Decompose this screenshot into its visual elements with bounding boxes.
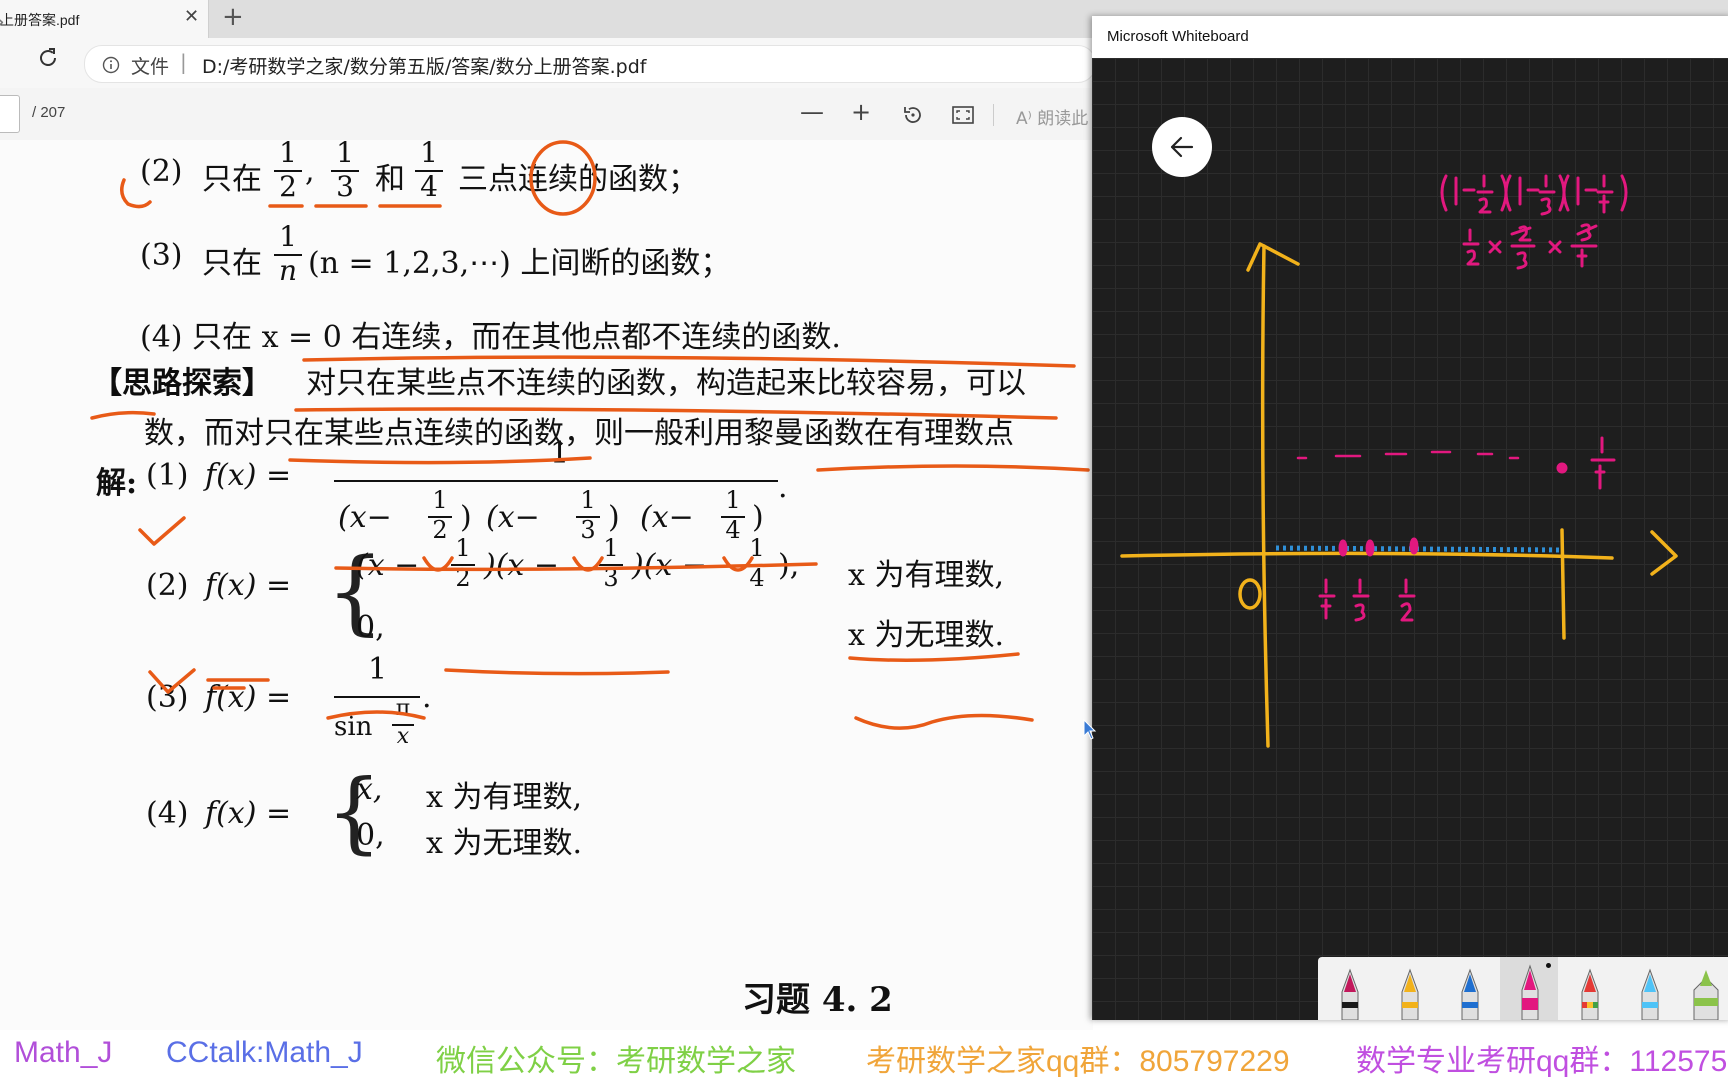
tab-title: 上册答案.pdf (0, 12, 80, 28)
pen-settings-dot[interactable] (1546, 963, 1551, 968)
ink-mark (854, 713, 1034, 730)
zoom-out-button[interactable]: — (800, 98, 824, 126)
ink-circle (529, 140, 597, 216)
info-icon[interactable] (102, 56, 120, 74)
ink-product (1440, 174, 1628, 216)
ink-point (1556, 462, 1568, 474)
ink-mark (326, 710, 426, 720)
y-axis (1260, 244, 1270, 748)
arrow-left-icon (1170, 136, 1194, 158)
pen-light-blue[interactable] (1630, 962, 1670, 1020)
ink-mark (722, 556, 754, 572)
ink-mark (120, 178, 152, 209)
pdf-ink-layer (90, 140, 1090, 730)
mouse-cursor-icon (1083, 719, 1097, 740)
ink-point (1365, 539, 1375, 557)
ink-label (1398, 578, 1416, 622)
pen-blue[interactable] (1450, 962, 1490, 1020)
toolbar-divider (993, 104, 994, 126)
ink-label (1352, 578, 1370, 622)
ink-dashes (1296, 450, 1520, 460)
zoom-in-button[interactable]: + (851, 98, 871, 126)
pen-yellow[interactable] (1390, 962, 1430, 1020)
ink-product (1462, 223, 1598, 270)
whiteboard-ink-layer (1120, 174, 1678, 748)
fit-page-icon[interactable] (952, 106, 974, 124)
ink-mark (848, 652, 1020, 662)
whiteboard-title: Microsoft Whiteboard (1107, 28, 1249, 45)
url-scheme-label: 文件 (131, 56, 170, 78)
whiteboard-back-button[interactable] (1152, 117, 1212, 177)
whiteboard-canvas[interactable] (1092, 58, 1728, 1020)
page-total: / 207 (32, 104, 66, 121)
ink-mark (206, 678, 270, 690)
ink-label (1318, 578, 1336, 620)
watermark-text: Math_J (14, 1036, 113, 1069)
ink-mark (294, 407, 1058, 420)
watermark-text: 微信公众号：考研数学之家 (436, 1045, 796, 1078)
back-arrow-icon[interactable]: › (0, 10, 5, 35)
ink-mark (816, 464, 1090, 472)
url-text[interactable]: D:/考研数学之家/数分第五版/答案/数分上册答案.pdf (202, 52, 647, 79)
pdf-page: (2) 只在 1 2 , 1 3 和 1 4 三点连续的函数； (3) 只在 1… (0, 140, 1093, 1040)
watermark-text: 考研数学之家qq群：805797229 (866, 1045, 1290, 1078)
tick-one (1560, 528, 1566, 640)
ink-mark (148, 668, 196, 694)
new-tab-button[interactable]: + (222, 2, 244, 32)
refresh-icon[interactable] (36, 46, 60, 70)
pen-rainbow[interactable] (1570, 962, 1610, 1020)
highlighter-pen[interactable] (1684, 962, 1728, 1020)
url-separator: | (180, 50, 187, 74)
x-axis-arrow (1650, 530, 1678, 576)
watermark-text: 数学专业考研qq群：112575 (1356, 1045, 1728, 1078)
rotate-icon[interactable] (902, 104, 924, 126)
ink-point (1409, 537, 1419, 555)
ink-mark (444, 668, 670, 676)
ink-point (1338, 539, 1348, 557)
ink-mark (302, 355, 1076, 368)
watermark-text: CCtalk:Math_J (166, 1036, 363, 1069)
page-number-input[interactable] (0, 95, 20, 133)
origin-zero (1238, 578, 1262, 610)
pen-black[interactable] (1330, 962, 1370, 1020)
ink-mark (138, 516, 186, 546)
ink-label (1590, 436, 1616, 490)
y-axis-arrow (1246, 242, 1300, 272)
read-aloud-button[interactable]: A⁾ 朗读此 (1016, 104, 1088, 129)
pen-magenta[interactable] (1510, 962, 1550, 1020)
ink-mark (90, 410, 156, 420)
tab-close-icon[interactable]: ✕ (184, 6, 199, 27)
blue-dotted-segment (1275, 545, 1563, 553)
ink-mark (288, 456, 592, 465)
